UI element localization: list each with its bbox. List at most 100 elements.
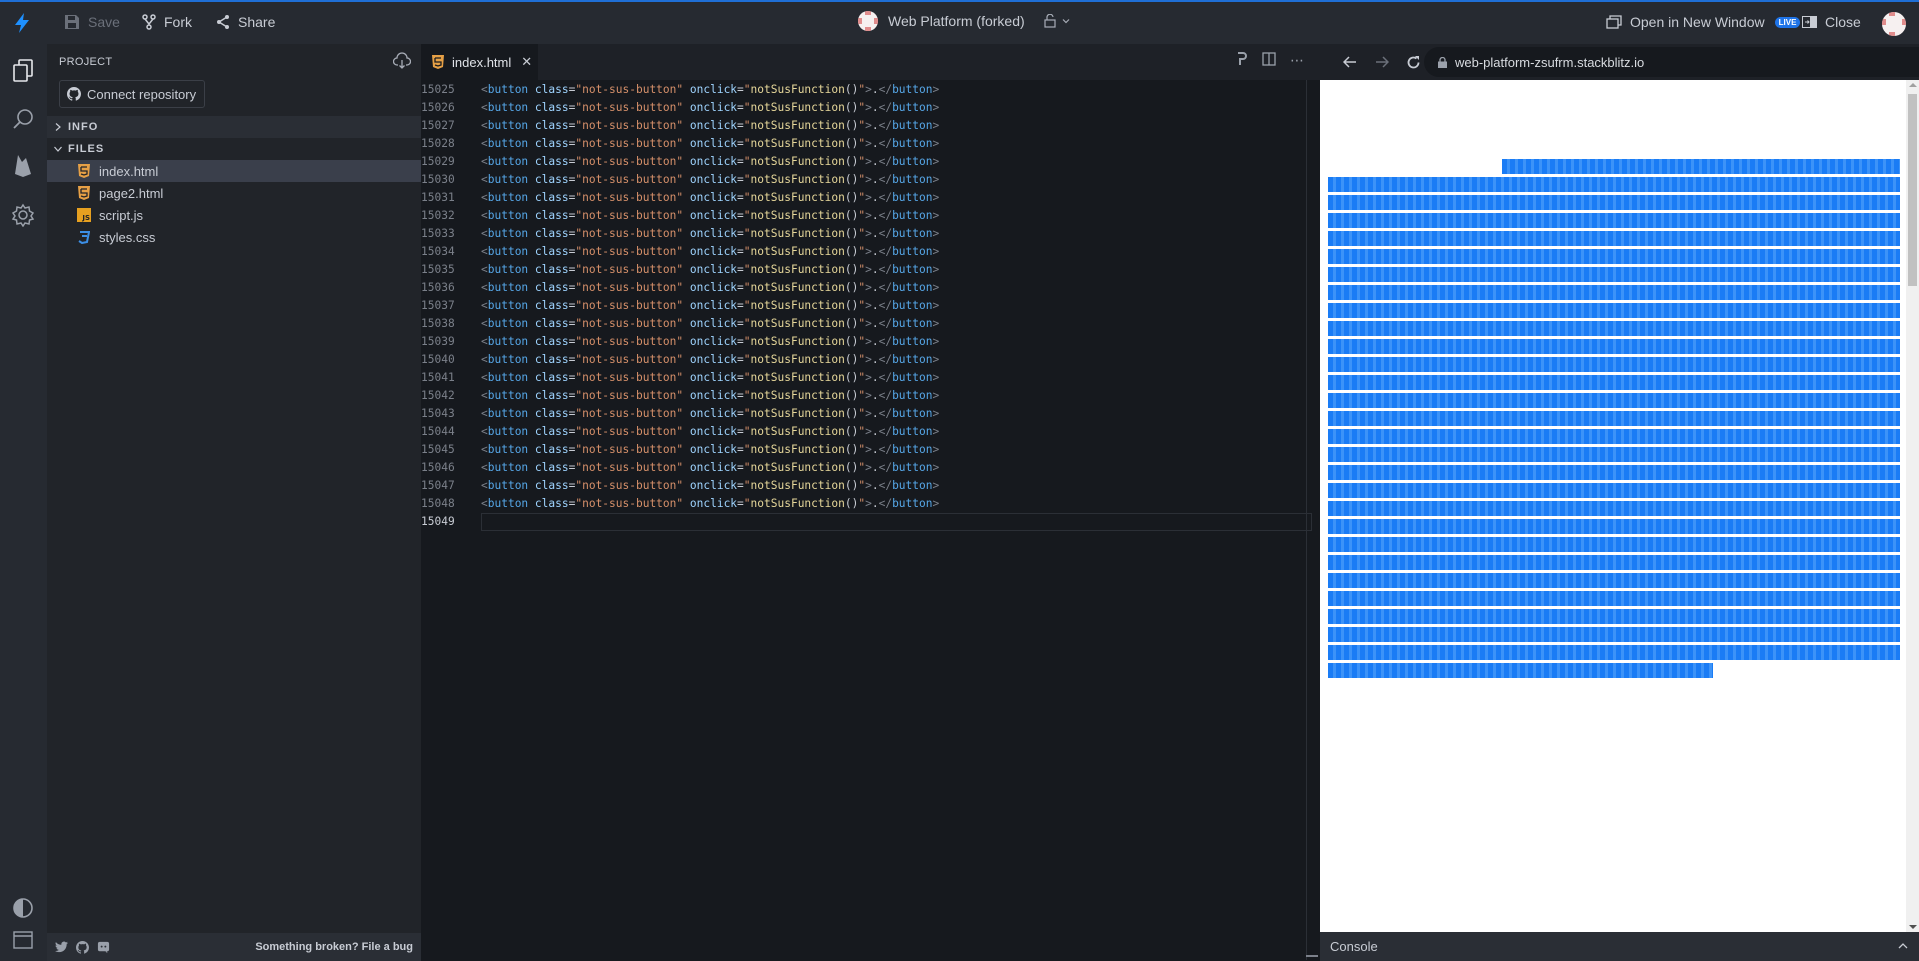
code-line[interactable]: 15026 <button class="not-sus-button" oncl… [421, 99, 1320, 117]
split-editor-icon[interactable] [1262, 52, 1276, 69]
code-line[interactable]: 15042 <button class="not-sus-button" oncl… [421, 387, 1320, 405]
line-text: <button class="not-sus-button" onclick="… [481, 137, 940, 150]
code-line[interactable]: 15035 <button class="not-sus-button" oncl… [421, 261, 1320, 279]
close-preview-button[interactable]: Close [1802, 14, 1861, 30]
fork-button[interactable]: Fork [142, 14, 192, 30]
stackblitz-bolt-icon[interactable] [12, 12, 32, 34]
code-line[interactable]: 15033 <button class="not-sus-button" oncl… [421, 225, 1320, 243]
theme-toggle-icon[interactable] [10, 895, 36, 921]
section-info[interactable]: INFO [47, 116, 421, 138]
settings-gear-icon[interactable] [10, 202, 36, 228]
forward-arrow-icon[interactable] [1372, 52, 1392, 72]
tab-index-html[interactable]: index.html ✕ [421, 44, 538, 80]
save-label: Save [88, 14, 120, 30]
chevron-up-icon[interactable] [1897, 940, 1909, 952]
firebase-icon[interactable] [10, 152, 36, 178]
code-line[interactable]: 15037 <button class="not-sus-button" oncl… [421, 297, 1320, 315]
code-line[interactable]: 15029 <button class="not-sus-button" oncl… [421, 153, 1320, 171]
scroll-up-arrow-icon[interactable] [1909, 83, 1917, 87]
file-item-page2-html[interactable]: page2.html [47, 182, 421, 204]
code-line[interactable]: 15031 <button class="not-sus-button" oncl… [421, 189, 1320, 207]
twitter-icon[interactable] [55, 941, 68, 953]
line-number: 15031 [421, 191, 455, 204]
code-line[interactable]: 15048 <button class="not-sus-button" oncl… [421, 495, 1320, 513]
line-text: <button class="not-sus-button" onclick="… [481, 335, 940, 348]
code-line[interactable]: 15039 <button class="not-sus-button" oncl… [421, 333, 1320, 351]
close-tab-icon[interactable]: ✕ [521, 54, 532, 70]
code-line[interactable]: 15041 <button class="not-sus-button" oncl… [421, 369, 1320, 387]
preview-scrollbar[interactable] [1906, 80, 1919, 932]
line-text: <button class="not-sus-button" onclick="… [481, 317, 940, 330]
preview-buttons-last[interactable] [1328, 663, 1713, 681]
code-line[interactable]: 15034 <button class="not-sus-button" oncl… [421, 243, 1320, 261]
preview-url-bar[interactable]: web-platform-zsufrm.stackblitz.io [1424, 47, 1919, 77]
preview-buttons-main[interactable] [1328, 177, 1900, 663]
resize-handle[interactable] [1306, 955, 1318, 957]
line-number: 15027 [421, 119, 455, 132]
preview-iframe[interactable] [1320, 80, 1919, 932]
project-title-area[interactable]: Web Platform (forked) [858, 11, 1071, 31]
file-item-index-html[interactable]: index.html [47, 160, 421, 182]
line-text: <button class="not-sus-button" onclick="… [481, 101, 940, 114]
code-line[interactable]: 15027 <button class="not-sus-button" oncl… [421, 117, 1320, 135]
code-line[interactable]: 15045 <button class="not-sus-button" oncl… [421, 441, 1320, 459]
console-panel-toggle[interactable]: Console [1320, 932, 1919, 961]
back-arrow-icon[interactable] [1340, 52, 1360, 72]
scroll-down-arrow-icon[interactable] [1909, 925, 1917, 929]
project-sidebar: PROJECT Connect repository INFO FILES in… [47, 44, 421, 933]
share-button[interactable]: Share [216, 14, 275, 30]
code-lines[interactable]: 15025 <button class="not-sus-button" oncl… [421, 81, 1320, 531]
line-number: 15043 [421, 407, 455, 420]
line-number: 15037 [421, 299, 455, 312]
github-icon[interactable] [76, 940, 89, 954]
line-number: 15030 [421, 173, 455, 186]
preview-buttons-top[interactable] [1502, 159, 1900, 177]
connect-repository-button[interactable]: Connect repository [59, 80, 205, 108]
file-a-bug-link[interactable]: Something broken? File a bug [255, 941, 413, 953]
save-button[interactable]: Save [64, 14, 120, 30]
code-line[interactable]: 15038 <button class="not-sus-button" oncl… [421, 315, 1320, 333]
code-line[interactable]: 15047 <button class="not-sus-button" oncl… [421, 477, 1320, 495]
html5-icon [77, 164, 91, 178]
reload-icon[interactable] [1403, 52, 1423, 72]
discord-icon[interactable] [97, 941, 110, 954]
file-item-styles-css[interactable]: styles.css [47, 226, 421, 248]
more-options-icon[interactable]: ⋯ [1290, 52, 1304, 69]
line-text: <button class="not-sus-button" onclick="… [481, 299, 940, 312]
line-text: <button class="not-sus-button" onclick="… [481, 263, 940, 276]
line-number: 15048 [421, 497, 455, 510]
line-text: <button class="not-sus-button" onclick="… [481, 371, 940, 384]
code-line[interactable]: 15049 [421, 513, 1320, 531]
prettier-format-icon[interactable] [1236, 52, 1248, 69]
code-line[interactable]: 15032 <button class="not-sus-button" oncl… [421, 207, 1320, 225]
visibility-dropdown[interactable] [1043, 14, 1071, 28]
code-line[interactable]: 15025 <button class="not-sus-button" oncl… [421, 81, 1320, 99]
user-avatar[interactable] [1882, 12, 1906, 36]
html5-icon [77, 186, 91, 200]
close-label: Close [1825, 14, 1861, 30]
section-files[interactable]: FILES [47, 138, 421, 160]
explorer-icon[interactable] [10, 58, 36, 84]
file-item-script-js[interactable]: JS script.js [47, 204, 421, 226]
sidebar-footer: Something broken? File a bug [47, 933, 421, 961]
scroll-thumb[interactable] [1908, 94, 1917, 286]
line-number: 15028 [421, 137, 455, 150]
cloud-download-icon[interactable] [393, 52, 411, 70]
unlock-icon [1044, 14, 1056, 28]
layout-panel-icon[interactable] [10, 927, 36, 953]
search-icon[interactable] [10, 106, 36, 132]
code-line[interactable]: 15043 <button class="not-sus-button" oncl… [421, 405, 1320, 423]
line-text: <button class="not-sus-button" onclick="… [481, 425, 940, 438]
preview-url: web-platform-zsufrm.stackblitz.io [1455, 54, 1645, 70]
open-new-window-button[interactable]: Open in New Window LIVE [1606, 14, 1801, 30]
code-editor: index.html ✕ ⋯ 15025 <button class="not-s… [421, 44, 1320, 961]
code-line[interactable]: 15030 <button class="not-sus-button" oncl… [421, 171, 1320, 189]
code-line[interactable]: 15028 <button class="not-sus-button" oncl… [421, 135, 1320, 153]
code-line[interactable]: 15040 <button class="not-sus-button" oncl… [421, 351, 1320, 369]
code-line[interactable]: 15044 <button class="not-sus-button" oncl… [421, 423, 1320, 441]
code-line[interactable]: 15046 <button class="not-sus-button" oncl… [421, 459, 1320, 477]
panel-resize-divider[interactable] [1306, 80, 1307, 960]
line-number: 15026 [421, 101, 455, 114]
code-line[interactable]: 15036 <button class="not-sus-button" oncl… [421, 279, 1320, 297]
line-number: 15042 [421, 389, 455, 402]
